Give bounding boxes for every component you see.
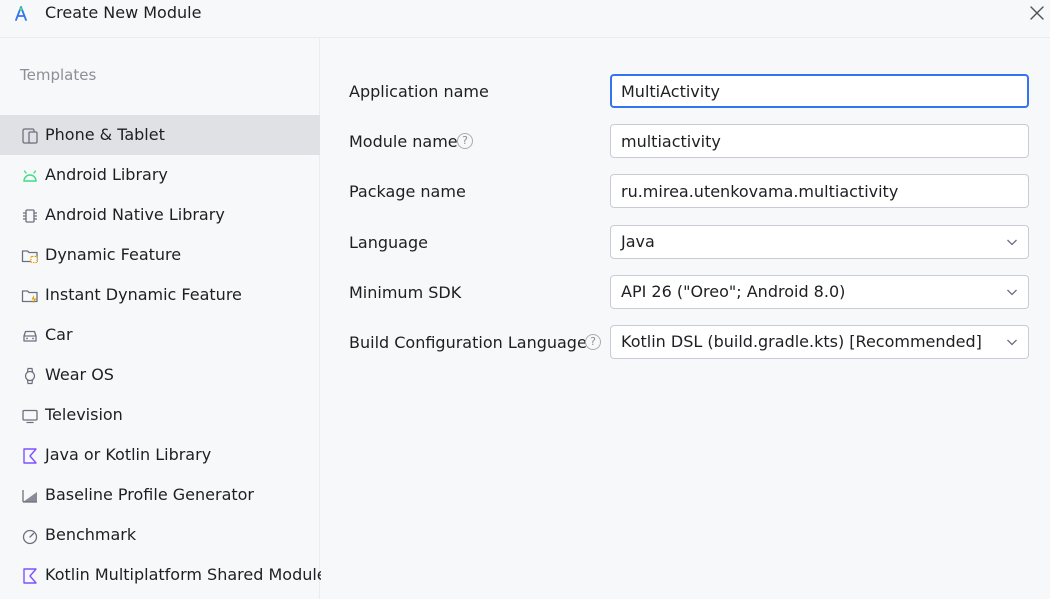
row-build-config-language: Build Configuration Language ? Kotlin DS… bbox=[321, 325, 1050, 361]
chip-icon bbox=[23, 209, 37, 223]
row-package-name: Package name bbox=[321, 174, 1050, 210]
android-studio-icon bbox=[15, 6, 27, 21]
kotlin-icon bbox=[23, 568, 37, 584]
row-module-name: Module name ? bbox=[321, 124, 1050, 160]
module-name-label: Module name bbox=[349, 132, 458, 151]
template-item-dynamic-feature[interactable]: Dynamic Feature bbox=[0, 235, 320, 275]
template-list: Phone & Tablet Android Library Android N… bbox=[0, 115, 327, 595]
templates-sidebar: Templates Phone & Tablet Android Library… bbox=[0, 38, 327, 599]
close-icon[interactable] bbox=[1027, 3, 1047, 23]
template-item-car[interactable]: Car bbox=[0, 315, 320, 355]
title-bar: Create New Module bbox=[0, 0, 1050, 38]
template-label: Dynamic Feature bbox=[45, 245, 182, 264]
template-item-android-native-library[interactable]: Android Native Library bbox=[0, 195, 320, 235]
folder-feature-icon bbox=[21, 250, 38, 264]
row-application-name: Application name bbox=[321, 74, 1050, 110]
build-config-language-help-icon[interactable]: ? bbox=[585, 334, 601, 350]
application-name-input[interactable] bbox=[621, 75, 1016, 107]
row-minimum-sdk: Minimum SDK API 26 ("Oreo"; Android 8.0) bbox=[321, 275, 1050, 311]
template-item-wear-os[interactable]: Wear OS bbox=[0, 355, 320, 395]
build-config-language-dropdown[interactable]: Kotlin DSL (build.gradle.kts) [Recommend… bbox=[610, 325, 1029, 359]
build-config-language-value: Kotlin DSL (build.gradle.kts) [Recommend… bbox=[621, 332, 982, 351]
template-item-phone-tablet[interactable]: Phone & Tablet bbox=[0, 115, 320, 155]
templates-header: Templates bbox=[20, 66, 97, 84]
template-label: Baseline Profile Generator bbox=[45, 485, 255, 504]
template-label: Wear OS bbox=[45, 365, 114, 384]
android-icon bbox=[23, 170, 37, 182]
module-form: Application name Module name ? Package n… bbox=[321, 38, 1050, 599]
minimum-sdk-dropdown[interactable]: API 26 ("Oreo"; Android 8.0) bbox=[610, 275, 1029, 309]
template-label: Benchmark bbox=[45, 525, 137, 544]
minimum-sdk-label: Minimum SDK bbox=[349, 283, 462, 302]
row-language: Language Java bbox=[321, 225, 1050, 261]
template-item-kotlin-multiplatform-shared-module[interactable]: Kotlin Multiplatform Shared Module bbox=[0, 555, 327, 595]
template-item-java-kotlin-library[interactable]: Java or Kotlin Library bbox=[0, 435, 320, 475]
template-label: Car bbox=[45, 325, 73, 344]
module-name-help-icon[interactable]: ? bbox=[457, 133, 473, 149]
minimum-sdk-value: API 26 ("Oreo"; Android 8.0) bbox=[621, 282, 846, 301]
package-name-label: Package name bbox=[349, 182, 466, 201]
gauge-icon bbox=[22, 529, 38, 545]
module-name-input[interactable] bbox=[621, 125, 1016, 157]
template-item-television[interactable]: Television bbox=[0, 395, 320, 435]
tv-icon bbox=[22, 409, 38, 424]
language-dropdown[interactable]: Java bbox=[610, 225, 1029, 259]
template-label: Phone & Tablet bbox=[45, 125, 165, 144]
kotlin-icon bbox=[23, 448, 37, 464]
chevron-down-icon bbox=[1007, 239, 1017, 246]
chevron-down-icon bbox=[1007, 289, 1017, 296]
package-name-input[interactable] bbox=[621, 175, 1016, 207]
template-label: Television bbox=[45, 405, 123, 424]
language-label: Language bbox=[349, 233, 428, 252]
phone-tablet-icon bbox=[22, 128, 38, 144]
template-label: Android Native Library bbox=[45, 205, 225, 224]
chevron-down-icon bbox=[1007, 339, 1017, 346]
template-item-instant-dynamic-feature[interactable]: Instant Dynamic Feature bbox=[0, 275, 320, 315]
folder-lightning-icon bbox=[21, 290, 38, 304]
language-value: Java bbox=[621, 232, 655, 251]
application-name-label: Application name bbox=[349, 82, 489, 101]
template-label: Kotlin Multiplatform Shared Module bbox=[45, 565, 327, 584]
baseline-profile-icon bbox=[22, 490, 37, 503]
dialog-title: Create New Module bbox=[45, 3, 202, 22]
module-name-field-box bbox=[610, 124, 1029, 158]
template-item-benchmark[interactable]: Benchmark bbox=[0, 515, 320, 555]
template-label: Java or Kotlin Library bbox=[45, 445, 212, 464]
package-name-field-box bbox=[610, 174, 1029, 208]
watch-icon bbox=[24, 367, 36, 385]
template-label: Instant Dynamic Feature bbox=[45, 285, 242, 304]
application-name-field-box bbox=[610, 74, 1029, 108]
build-config-language-label: Build Configuration Language bbox=[349, 333, 587, 352]
template-item-android-library[interactable]: Android Library bbox=[0, 155, 320, 195]
template-label: Android Library bbox=[45, 165, 168, 184]
car-icon bbox=[23, 330, 37, 342]
template-item-baseline-profile-generator[interactable]: Baseline Profile Generator bbox=[0, 475, 320, 515]
